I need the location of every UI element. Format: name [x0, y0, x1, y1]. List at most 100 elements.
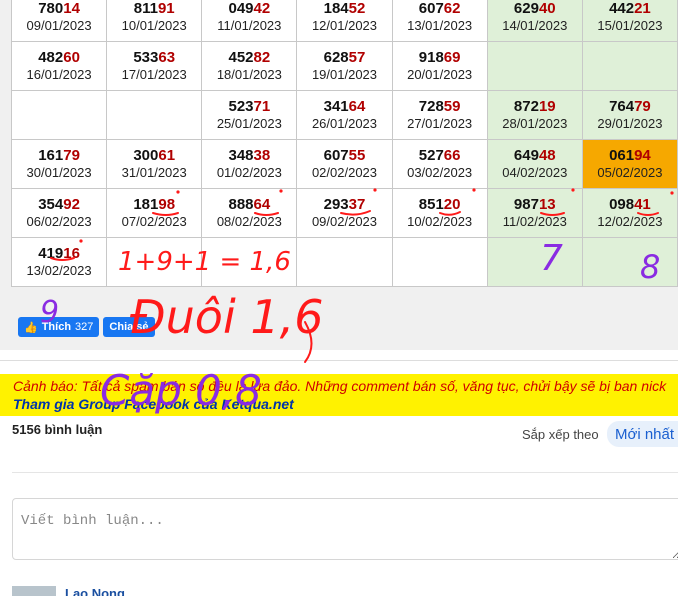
result-date: 31/01/2023 [121, 165, 187, 180]
result-number: 45282 [202, 49, 296, 67]
result-tail-digits: 92 [63, 196, 80, 213]
sort-label: Sắp xếp theo [522, 427, 599, 442]
result-head-digits: 872 [513, 98, 539, 115]
result-head-digits: 049 [228, 0, 254, 17]
divider [0, 360, 678, 361]
result-date: 01/02/2023 [216, 165, 282, 180]
result-number: 87219 [488, 98, 582, 116]
result-head-digits: 649 [513, 147, 539, 164]
result-cell: 35492 06/02/2023 [10, 188, 108, 238]
result-cell: 85120 10/02/2023 [391, 188, 488, 238]
result-cell [581, 237, 678, 287]
result-head-digits: 533 [133, 49, 159, 66]
result-cell [486, 41, 583, 91]
result-head-digits: 527 [418, 147, 444, 164]
like-label: Thích [41, 321, 72, 333]
result-cell: 52371 25/01/2023 [201, 90, 298, 140]
result-head-digits: 728 [418, 98, 444, 115]
social-buttons: 👍 Thích 327 Chia sẻ [18, 317, 155, 337]
result-cell: 34838 01/02/2023 [201, 139, 298, 189]
result-head-digits: 764 [609, 98, 635, 115]
result-date: 07/02/2023 [121, 214, 187, 229]
share-label: Chia sẻ [109, 321, 149, 333]
result-cell [106, 237, 203, 287]
result-date: 17/01/2023 [121, 67, 187, 82]
result-tail-digits: 14 [63, 0, 80, 17]
result-cell: 60755 02/02/2023 [296, 139, 393, 189]
result-head-digits: 419 [38, 245, 64, 262]
result-number: 29337 [297, 196, 391, 214]
thumbs-up-icon: 👍 [24, 321, 38, 334]
result-number: 34838 [202, 147, 296, 165]
result-cell [296, 237, 393, 287]
result-cell: 64948 04/02/2023 [486, 139, 583, 189]
facebook-like-button[interactable]: 👍 Thích 327 [18, 317, 100, 337]
result-cell: 78014 09/01/2023 [10, 0, 108, 42]
result-head-digits: 780 [38, 0, 64, 17]
result-number: 98713 [488, 196, 582, 214]
result-number: 34164 [297, 98, 391, 116]
result-tail-digits: 94 [634, 147, 651, 164]
result-tail-digits: 82 [253, 49, 271, 66]
results-row: 48260 16/01/2023 53363 17/01/2023 45282 18/01… [10, 41, 678, 91]
result-number: 48260 [12, 49, 106, 67]
result-head-digits: 811 [133, 0, 158, 17]
result-number: 85120 [393, 196, 487, 214]
result-number: 16179 [12, 147, 106, 165]
result-tail-digits: 61 [158, 147, 176, 164]
results-row: 16179 30/01/2023 30061 31/01/2023 34838 01/02… [10, 139, 678, 189]
result-date: 13/01/2023 [407, 18, 473, 33]
result-number: 41916 [12, 245, 106, 263]
result-number: 64948 [488, 147, 582, 165]
result-date: 25/01/2023 [216, 116, 282, 131]
facebook-group-link[interactable]: Tham gia Group Facebook của Ketqua.net [13, 395, 665, 413]
result-head-digits: 452 [228, 49, 254, 66]
results-row: 78014 09/01/2023 81191 10/01/2023 04942 11/01… [10, 0, 678, 42]
result-tail-digits: 37 [348, 196, 366, 213]
result-cell: 76479 29/01/2023 [581, 90, 678, 140]
comment-input[interactable] [12, 498, 678, 560]
result-cell [106, 90, 203, 140]
results-table: 78014 09/01/2023 81191 10/01/2023 04942 11/01… [10, 0, 678, 287]
result-tail-digits: 79 [634, 98, 651, 115]
result-number: 35492 [12, 196, 106, 214]
result-head-digits: 628 [323, 49, 349, 66]
result-cell: 60762 13/01/2023 [391, 0, 488, 42]
result-date: 12/01/2023 [311, 18, 378, 33]
commenter-name[interactable]: Lao Nong [65, 586, 125, 596]
result-date: 26/01/2023 [311, 116, 378, 131]
result-date: 14/01/2023 [502, 18, 568, 33]
result-date: 11/01/2023 [217, 18, 282, 33]
result-number: 30061 [107, 147, 201, 165]
result-tail-digits: 20 [443, 196, 461, 213]
result-tail-digits: 41 [634, 196, 651, 213]
result-cell [201, 237, 298, 287]
result-tail-digits: 91 [157, 0, 175, 17]
result-date: 09/02/2023 [311, 214, 378, 229]
result-number: 60755 [297, 147, 391, 165]
result-cell: 52766 03/02/2023 [391, 139, 488, 189]
result-date: 12/02/2023 [597, 214, 663, 229]
result-cell: 53363 17/01/2023 [106, 41, 203, 91]
warning-banner: Cảnh báo: Tất cả spam bán số đều là lừa … [0, 374, 678, 416]
result-date: 16/01/2023 [26, 67, 92, 82]
result-head-digits: 607 [418, 0, 444, 17]
result-cell: 88864 08/02/2023 [201, 188, 298, 238]
result-cell: 45282 18/01/2023 [201, 41, 298, 91]
result-tail-digits: 64 [253, 196, 271, 213]
result-tail-digits: 79 [63, 147, 80, 164]
result-head-digits: 629 [513, 0, 539, 17]
result-tail-digits: 42 [253, 0, 271, 17]
result-tail-digits: 60 [63, 49, 80, 66]
result-date: 18/01/2023 [216, 67, 282, 82]
result-cell: 48260 16/01/2023 [10, 41, 108, 91]
facebook-share-button[interactable]: Chia sẻ [103, 317, 155, 337]
result-cell: 30061 31/01/2023 [106, 139, 203, 189]
result-head-digits: 098 [609, 196, 635, 213]
result-cell: 44221 15/01/2023 [581, 0, 678, 42]
sort-dropdown[interactable]: Mới nhất [607, 421, 678, 447]
comment-count: 5156 bình luận [12, 422, 103, 437]
result-date: 03/02/2023 [407, 165, 473, 180]
result-cell: 62940 14/01/2023 [486, 0, 583, 42]
result-cell: 41916 13/02/2023 [10, 237, 108, 287]
